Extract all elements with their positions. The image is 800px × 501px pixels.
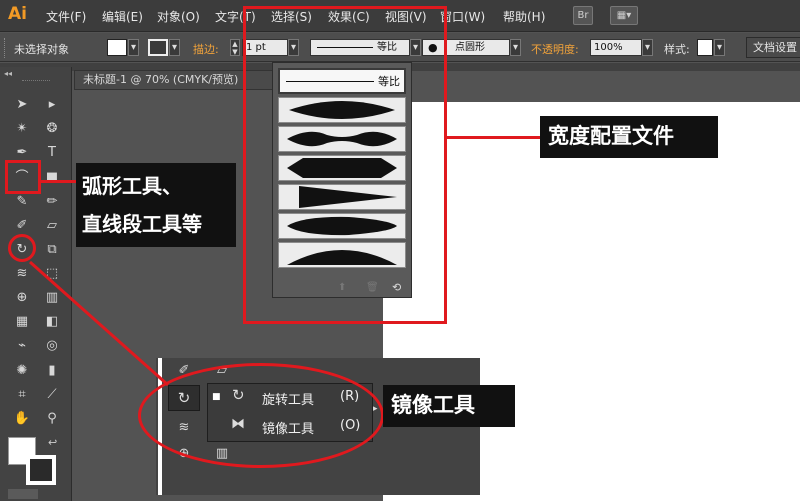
symbol-sprayer-tool-icon[interactable]: ✺ xyxy=(12,362,32,380)
document-setup-button[interactable]: 文档设置 xyxy=(746,37,800,58)
menu-file[interactable]: 文件(F) xyxy=(46,8,86,25)
pencil-tool-icon[interactable]: ✏ xyxy=(42,193,62,211)
tools-panel-grip[interactable] xyxy=(22,80,50,82)
fill-dropdown[interactable]: ▾ xyxy=(128,39,139,56)
arc-tool-connector xyxy=(41,180,76,183)
control-bar-grip[interactable] xyxy=(4,38,7,58)
flyout-highlight-ellipse xyxy=(138,363,384,468)
menu-edit[interactable]: 编辑(E) xyxy=(102,8,143,25)
brush-dropdown[interactable]: ▾ xyxy=(510,39,521,56)
chevron-down-icon: ▾ xyxy=(716,42,723,53)
perspective-grid-tool-icon[interactable]: ▥ xyxy=(42,289,62,307)
stroke-color-box[interactable] xyxy=(26,455,56,485)
app-logo: Ai xyxy=(8,4,27,24)
chevron-down-icon: ▾ xyxy=(512,42,519,53)
brush-label: 点圆形 xyxy=(455,42,485,53)
free-transform-tool-icon[interactable]: ⬚ xyxy=(42,265,62,283)
width-profile-highlight xyxy=(243,6,447,324)
column-graph-tool-icon[interactable]: ▮ xyxy=(42,362,62,380)
eraser-tool-icon[interactable]: ▱ xyxy=(42,217,62,235)
reflect-tool-annotation: 镜像工具 xyxy=(383,385,515,427)
mesh-tool-icon[interactable]: ▦ xyxy=(12,313,32,331)
chevron-down-icon: ▾ xyxy=(644,42,651,53)
lasso-tool-icon[interactable]: ❂ xyxy=(42,120,62,138)
zoom-tool-icon[interactable]: ⚲ xyxy=(42,410,62,428)
graphic-style-dropdown[interactable]: ▾ xyxy=(714,39,725,56)
rectangle-tool-icon[interactable]: ■ xyxy=(42,169,62,187)
width-profile-connector xyxy=(447,136,540,139)
arc-tool-highlight xyxy=(5,160,41,194)
blob-brush-tool-icon[interactable]: ✐ xyxy=(12,217,32,235)
stroke-swatch[interactable] xyxy=(148,39,168,56)
chevron-down-icon: ▾ xyxy=(171,42,178,53)
style-label: 样式: xyxy=(664,43,690,56)
scale-tool-icon[interactable]: ⧉ xyxy=(42,241,62,259)
paintbrush-tool-icon[interactable]: ✎ xyxy=(12,193,32,211)
collapse-panel-icon[interactable]: ◂◂ xyxy=(4,69,12,78)
bridge-button[interactable]: Br xyxy=(573,6,593,25)
artboard-tool-icon[interactable]: ⌗ xyxy=(12,386,32,404)
blend-tool-icon[interactable]: ◎ xyxy=(42,337,62,355)
graphic-style-swatch[interactable] xyxy=(697,39,713,56)
swap-colors-icon[interactable]: ↩ xyxy=(48,436,57,449)
rotate-tool-highlight xyxy=(8,234,36,262)
type-tool-icon[interactable]: T xyxy=(42,144,62,162)
chevron-down-icon: ▾ xyxy=(130,42,137,53)
stroke-dropdown[interactable]: ▾ xyxy=(169,39,180,56)
menu-object[interactable]: 对象(O) xyxy=(157,8,200,25)
stroke-label[interactable]: 描边: xyxy=(193,41,219,57)
hand-tool-icon[interactable]: ✋ xyxy=(12,410,32,428)
gradient-tool-icon[interactable]: ◧ xyxy=(42,313,62,331)
menu-help[interactable]: 帮助(H) xyxy=(503,8,545,25)
selection-status: 未选择对象 xyxy=(14,43,69,56)
magic-wand-tool-icon[interactable]: ✴ xyxy=(12,120,32,138)
workspace-layout-button[interactable]: ▦▾ xyxy=(610,6,638,25)
stepper-arrows-icon: ▲ ▼ xyxy=(232,40,238,56)
fill-swatch[interactable] xyxy=(107,39,127,56)
opacity-label[interactable]: 不透明度: xyxy=(531,41,579,57)
selection-tool-icon[interactable]: ➤ xyxy=(12,96,32,114)
arc-tool-annotation: 弧形工具、 直线段工具等 xyxy=(76,163,236,247)
direct-selection-tool-icon[interactable]: ▸ xyxy=(42,96,62,114)
slice-tool-icon[interactable]: ⟋ xyxy=(42,386,62,404)
opacity-field[interactable]: 100% xyxy=(590,39,642,56)
shape-builder-tool-icon[interactable]: ⊕ xyxy=(12,289,32,307)
color-mode-buttons[interactable] xyxy=(8,489,38,499)
width-profile-annotation: 宽度配置文件 xyxy=(540,116,718,158)
opacity-dropdown[interactable]: ▾ xyxy=(642,39,653,56)
stroke-weight-stepper[interactable]: ▲ ▼ xyxy=(230,39,240,56)
eyedropper-tool-icon[interactable]: ⌁ xyxy=(12,337,32,355)
layout-grid-icon: ▦▾ xyxy=(616,10,632,21)
warp-tool-icon[interactable]: ≋ xyxy=(12,265,32,283)
